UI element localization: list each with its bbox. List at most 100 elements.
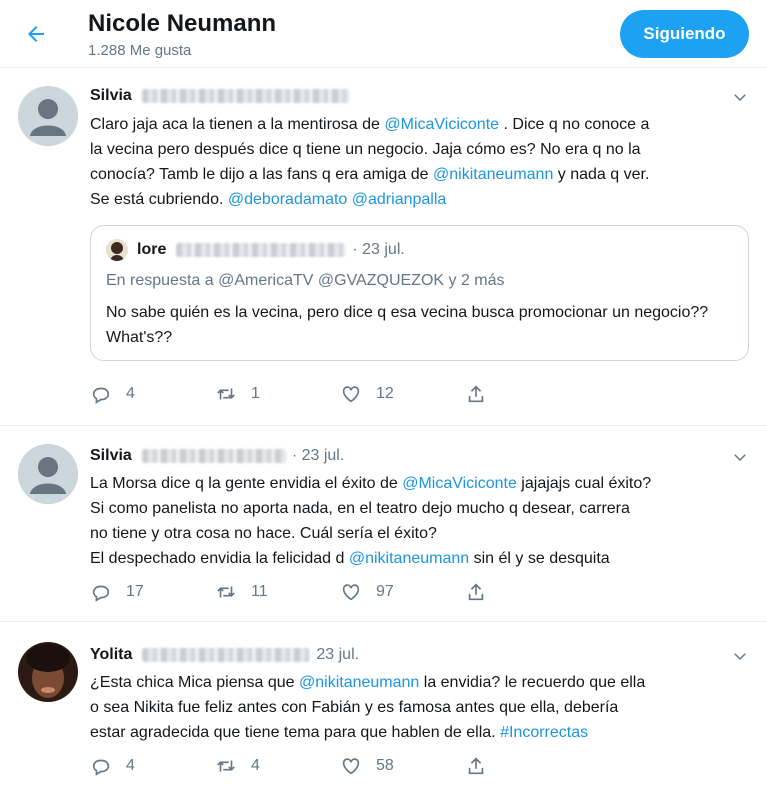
reply-context[interactable]: En respuesta a @AmericaTV @GVAZQUEZOK y … xyxy=(106,272,505,290)
mention-link[interactable]: @adrianpalla xyxy=(352,191,447,208)
text-segment: El despechado envidia la felicidad d xyxy=(90,550,349,567)
redacted-handle xyxy=(176,243,347,257)
avatar[interactable] xyxy=(18,642,78,702)
text-segment: jajajajs cual éxito? xyxy=(516,475,652,492)
mention-link[interactable]: @MicaViciconte xyxy=(384,116,499,133)
tweet-text-line: estar agradecida que tiene tema para que… xyxy=(90,720,756,745)
tweet-date: 23 jul. xyxy=(316,646,360,663)
share-icon xyxy=(468,385,484,403)
text-segment: o sea Nikita fue feliz antes con Fabián … xyxy=(90,699,619,716)
chevron-down-icon[interactable] xyxy=(731,88,749,106)
author-name[interactable]: Silvia xyxy=(90,87,132,105)
default-avatar-icon xyxy=(18,444,78,504)
text-segment: Claro jaja aca la tienen a la mentirosa … xyxy=(90,116,385,133)
tweet-actions: 4 1 12 xyxy=(90,383,550,405)
like-count: 58 xyxy=(376,757,394,774)
tweet-actions: 4 4 58 xyxy=(90,755,550,777)
like-button[interactable]: 12 xyxy=(340,383,394,405)
mention-link[interactable]: @deboradamato xyxy=(228,191,347,208)
redacted-handle xyxy=(142,648,311,662)
hashtag-link[interactable]: #Incorrectas xyxy=(500,724,588,741)
text-segment: ¿Esta chica Mica piensa que xyxy=(90,674,299,691)
tweet-actions: 17 11 97 xyxy=(90,581,550,603)
tweet-text-line: o sea Nikita fue feliz antes con Fabián … xyxy=(90,695,756,720)
mention-link[interactable]: @nikitaneumann xyxy=(433,166,553,183)
text-segment: sin él y se desquita xyxy=(469,550,610,567)
author-name[interactable]: Silvia xyxy=(90,447,132,465)
share-button[interactable] xyxy=(465,755,501,777)
profile-header: Nicole Neumann 1.288 Me gusta Siguiendo xyxy=(0,0,767,68)
redacted-handle xyxy=(141,89,350,103)
share-button[interactable] xyxy=(465,383,501,405)
chevron-down-icon[interactable] xyxy=(731,647,749,665)
redacted-handle xyxy=(141,449,286,463)
tweet[interactable]: Silvia · 23 jul. La Morsa dice q la gent… xyxy=(0,426,767,622)
like-icon xyxy=(342,584,360,601)
avatar[interactable] xyxy=(18,444,78,504)
reply-icon xyxy=(92,387,110,404)
reply-count: 4 xyxy=(126,385,135,402)
profile-photo xyxy=(18,642,78,702)
tweet-text: Claro jaja aca la tienen a la mentirosa … xyxy=(90,112,756,212)
profile-name: Nicole Neumann xyxy=(88,10,277,37)
tweet[interactable]: Silvia Claro jaja aca la tienen a la men… xyxy=(0,68,767,426)
tweet-date: · 23 jul. xyxy=(291,447,345,464)
tweet-text-line: conocía? Tamb le dijo a las fans q era a… xyxy=(90,162,756,187)
text-segment: conocía? Tamb le dijo a las fans q era a… xyxy=(90,166,434,183)
retweet-count: 1 xyxy=(251,385,260,402)
retweet-count: 4 xyxy=(251,757,260,774)
retweet-icon xyxy=(217,388,235,400)
quoted-tweet[interactable]: lore · 23 jul. En respuesta a @AmericaTV… xyxy=(90,225,749,361)
back-arrow-icon[interactable] xyxy=(24,22,48,46)
author-name[interactable]: Yolita xyxy=(90,646,132,664)
text-segment: . Dice q no conoce a xyxy=(499,116,650,133)
like-button[interactable]: 97 xyxy=(340,581,394,603)
like-icon xyxy=(342,758,360,775)
share-button[interactable] xyxy=(465,581,501,603)
text-segment: estar agradecida que tiene tema para que… xyxy=(90,724,501,741)
reply-button[interactable]: 17 xyxy=(90,581,144,603)
quote-header: lore · 23 jul. xyxy=(137,239,405,261)
share-icon xyxy=(468,583,484,601)
tweet-text-line: La Morsa dice q la gente envidia el éxit… xyxy=(90,471,756,496)
reply-button[interactable]: 4 xyxy=(90,755,135,777)
tweet-header: Silvia xyxy=(90,85,350,107)
like-icon xyxy=(342,386,360,403)
retweet-icon xyxy=(217,760,235,772)
text-segment: Se está cubriendo. xyxy=(90,191,228,208)
tweet-text: La Morsa dice q la gente envidia el éxit… xyxy=(90,471,756,571)
reply-icon xyxy=(92,585,110,602)
text-segment: no tiene y otra cosa no hace. Cuál sería… xyxy=(90,525,437,542)
tweet-text-line: El despechado envidia la felicidad d @ni… xyxy=(90,546,756,571)
tweet-header: Silvia · 23 jul. xyxy=(90,445,344,467)
retweet-button[interactable]: 4 xyxy=(215,755,260,777)
mention-link[interactable]: @MicaViciconte xyxy=(402,475,517,492)
following-button[interactable]: Siguiendo xyxy=(620,10,749,58)
retweet-icon xyxy=(217,586,235,598)
text-segment: la vecina pero después dice q tiene un n… xyxy=(90,141,641,158)
retweet-button[interactable]: 11 xyxy=(215,581,268,603)
text-segment: y nada q ver. xyxy=(553,166,650,183)
reply-button[interactable]: 4 xyxy=(90,383,135,405)
mention-link[interactable]: @nikitaneumann xyxy=(349,550,469,567)
like-count: 12 xyxy=(376,385,394,402)
quote-date: · 23 jul. xyxy=(352,241,405,258)
like-button[interactable]: 58 xyxy=(340,755,394,777)
text-segment: Si como panelista no aporta nada, en el … xyxy=(90,500,630,517)
chevron-down-icon[interactable] xyxy=(731,448,749,466)
reply-count: 4 xyxy=(126,757,135,774)
default-avatar-icon xyxy=(18,86,78,146)
quote-avatar xyxy=(106,239,128,261)
tweet-text-line: la vecina pero después dice q tiene un n… xyxy=(90,137,756,162)
tweet[interactable]: Yolita 23 jul. ¿Esta chica Mica piensa q… xyxy=(0,622,767,799)
tweet-text: ¿Esta chica Mica piensa que @nikitaneuma… xyxy=(90,670,756,745)
avatar[interactable] xyxy=(18,86,78,146)
tweet-text-line: Claro jaja aca la tienen a la mentirosa … xyxy=(90,112,756,137)
mention-link[interactable]: @nikitaneumann xyxy=(299,674,419,691)
share-icon xyxy=(468,757,484,775)
tweet-text-line: no tiene y otra cosa no hace. Cuál sería… xyxy=(90,521,756,546)
tweet-text-line: Si como panelista no aporta nada, en el … xyxy=(90,496,756,521)
text-segment: La Morsa dice q la gente envidia el éxit… xyxy=(90,475,403,492)
retweet-button[interactable]: 1 xyxy=(215,383,260,405)
tweet-text-line: Se está cubriendo. @deboradamato @adrian… xyxy=(90,187,756,212)
